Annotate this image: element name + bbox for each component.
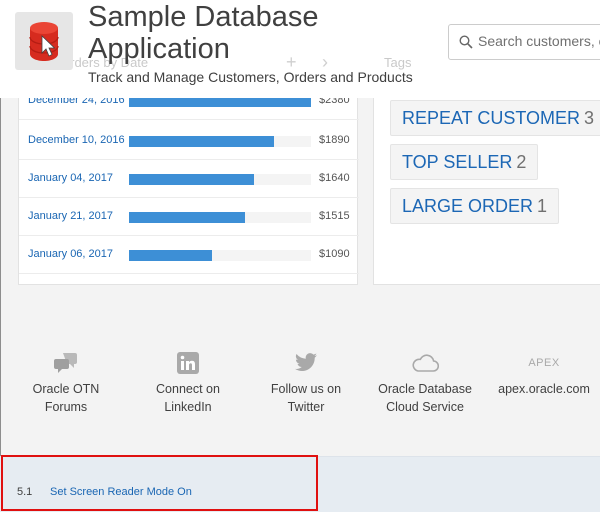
chart-value-label: $1890 bbox=[319, 134, 350, 146]
chart-bar-track bbox=[129, 212, 311, 223]
region-title-tags: Tags bbox=[384, 55, 412, 70]
chart-row: December 10, 2016 $1890 bbox=[19, 122, 359, 160]
link-twitter[interactable]: Follow us on Twitter bbox=[251, 350, 361, 416]
link-label: apex.oracle.com bbox=[498, 382, 590, 396]
chart-bar[interactable] bbox=[129, 250, 212, 261]
tag-count: 2 bbox=[516, 152, 527, 172]
search-icon bbox=[459, 35, 473, 49]
apex-icon: APEX bbox=[489, 350, 599, 376]
link-linkedin[interactable]: Connect on LinkedIn bbox=[133, 350, 243, 416]
twitter-icon bbox=[251, 350, 361, 376]
linkedin-icon bbox=[133, 350, 243, 376]
link-label: Follow us on Twitter bbox=[270, 382, 342, 414]
chart-bar-track bbox=[129, 136, 311, 147]
app-logo[interactable] bbox=[15, 12, 73, 70]
tag-label: TOP SELLER bbox=[402, 152, 513, 172]
link-label: Oracle OTN Forums bbox=[32, 382, 100, 414]
search-input[interactable] bbox=[478, 33, 600, 49]
chart-bar[interactable] bbox=[129, 212, 245, 223]
cloud-icon bbox=[370, 350, 480, 376]
chart-category-label[interactable]: January 21, 2017 bbox=[28, 210, 113, 222]
page-footer: 5.1 Set Screen Reader Mode On bbox=[0, 456, 600, 512]
link-oracle-database-cloud[interactable]: Oracle Database Cloud Service bbox=[370, 350, 480, 416]
tag-label: LARGE ORDER bbox=[402, 196, 534, 216]
link-oracle-otn-forums[interactable]: Oracle OTN Forums bbox=[11, 350, 121, 416]
chart-value-label: $1090 bbox=[319, 248, 350, 260]
apex-icon-text: APEX bbox=[528, 357, 560, 369]
database-icon bbox=[29, 22, 59, 61]
tag-label: REPEAT CUSTOMER bbox=[402, 108, 581, 128]
chart-category-label[interactable]: January 06, 2017 bbox=[28, 248, 113, 260]
chart-bar[interactable] bbox=[129, 136, 274, 147]
chart-category-label[interactable]: December 10, 2016 bbox=[28, 134, 125, 146]
app-subtitle: Track and Manage Customers, Orders and P… bbox=[88, 69, 413, 85]
screen-reader-mode-link[interactable]: Set Screen Reader Mode On bbox=[50, 486, 192, 498]
tag-count: 3 bbox=[584, 108, 595, 128]
chart-row: January 06, 2017 $1090 bbox=[19, 236, 359, 274]
tag-count: 1 bbox=[537, 196, 548, 216]
search-field[interactable] bbox=[448, 24, 600, 60]
tag-large-order[interactable]: LARGE ORDER 1 bbox=[390, 188, 560, 224]
link-apex-oracle[interactable]: APEX apex.oracle.com bbox=[489, 350, 599, 398]
tag-top-seller[interactable]: TOP SELLER 2 bbox=[390, 144, 539, 180]
chart-value-label: $1640 bbox=[319, 172, 350, 184]
chart-row: January 04, 2017 $1640 bbox=[19, 160, 359, 198]
chart-row: January 21, 2017 $1515 bbox=[19, 198, 359, 236]
link-label: Oracle Database Cloud Service bbox=[378, 382, 472, 414]
tag-repeat-customer[interactable]: REPEAT CUSTOMER 3 bbox=[390, 100, 600, 136]
app-version: 5.1 bbox=[17, 486, 33, 498]
forums-icon bbox=[11, 350, 121, 376]
chart-bar[interactable] bbox=[129, 174, 254, 185]
link-label: Connect on LinkedIn bbox=[156, 382, 220, 414]
app-title[interactable]: Sample Database Application bbox=[88, 1, 388, 65]
chart-value-label: $1515 bbox=[319, 210, 350, 222]
chart-bar-track bbox=[129, 174, 311, 185]
app-header: Orders by Date + › Tags Sample Database … bbox=[0, 0, 600, 98]
chart-bar-track bbox=[129, 250, 311, 261]
chart-category-label[interactable]: January 04, 2017 bbox=[28, 172, 113, 184]
